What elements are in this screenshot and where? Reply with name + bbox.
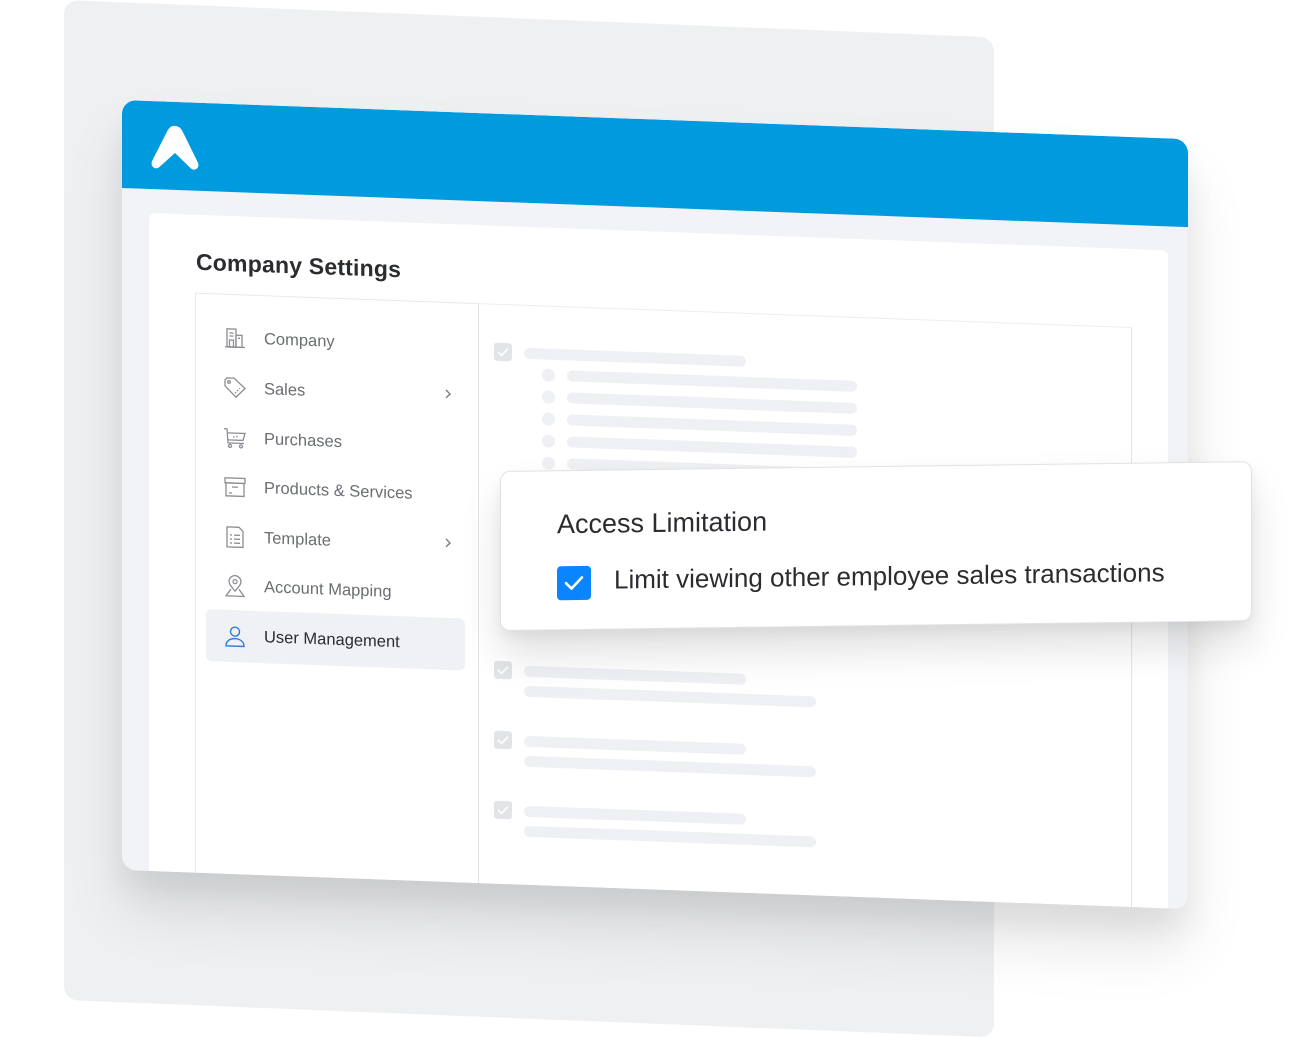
- placeholder-line: [524, 756, 816, 778]
- building-icon: [222, 325, 248, 352]
- document-list-icon: [222, 524, 248, 551]
- placeholder-bullet: [542, 456, 555, 469]
- archive-box-icon: [222, 474, 248, 501]
- sidebar-item-label: Account Mapping: [264, 578, 392, 602]
- limit-viewing-checkbox[interactable]: [557, 566, 591, 600]
- placeholder-bullet: [542, 412, 555, 425]
- scene: Company Settings Company: [0, 0, 1292, 1020]
- sidebar-item-label: Company: [264, 330, 335, 352]
- access-limitation-title: Access Limitation: [557, 507, 767, 541]
- sidebar-item-label: User Management: [264, 628, 400, 652]
- price-tag-icon: [222, 375, 248, 402]
- placeholder-line: [567, 370, 857, 392]
- chevron-right-icon: [441, 387, 455, 402]
- placeholder-line: [524, 806, 746, 825]
- sidebar-item-label: Template: [264, 529, 331, 550]
- placeholder-line: [567, 414, 857, 436]
- shopping-cart-icon: [222, 425, 248, 452]
- caret-up-logo-icon[interactable]: [148, 121, 202, 173]
- placeholder-checkbox: [494, 661, 512, 680]
- limit-viewing-label[interactable]: Limit viewing other employee sales trans…: [614, 557, 1165, 595]
- placeholder-bullet: [542, 368, 555, 381]
- top-bar: [122, 100, 1188, 227]
- page-title: Company Settings: [196, 249, 401, 284]
- placeholder-line: [524, 666, 746, 685]
- sidebar-item-label: Purchases: [264, 430, 342, 452]
- chevron-right-icon: [441, 536, 455, 551]
- map-pin-icon: [222, 573, 248, 600]
- placeholder-checkbox: [494, 343, 512, 362]
- settings-sidebar: Company Sales: [195, 293, 479, 883]
- sidebar-item-label: Products & Services: [264, 479, 413, 503]
- placeholder-checkbox: [494, 731, 512, 750]
- placeholder-line: [524, 686, 816, 708]
- placeholder-line: [567, 436, 857, 458]
- placeholder-bullet: [542, 390, 555, 403]
- placeholder-checkbox: [494, 801, 512, 820]
- placeholder-line: [524, 348, 746, 367]
- sidebar-item-label: Sales: [264, 380, 305, 401]
- checkmark-icon: [564, 575, 584, 591]
- placeholder-line: [524, 826, 816, 848]
- sidebar-item-user-management[interactable]: User Management: [206, 609, 465, 670]
- access-limitation-card: Access Limitation Limit viewing other em…: [500, 461, 1252, 631]
- placeholder-line: [567, 392, 857, 414]
- user-icon: [222, 623, 248, 650]
- placeholder-bullet: [542, 434, 555, 447]
- placeholder-line: [524, 736, 746, 755]
